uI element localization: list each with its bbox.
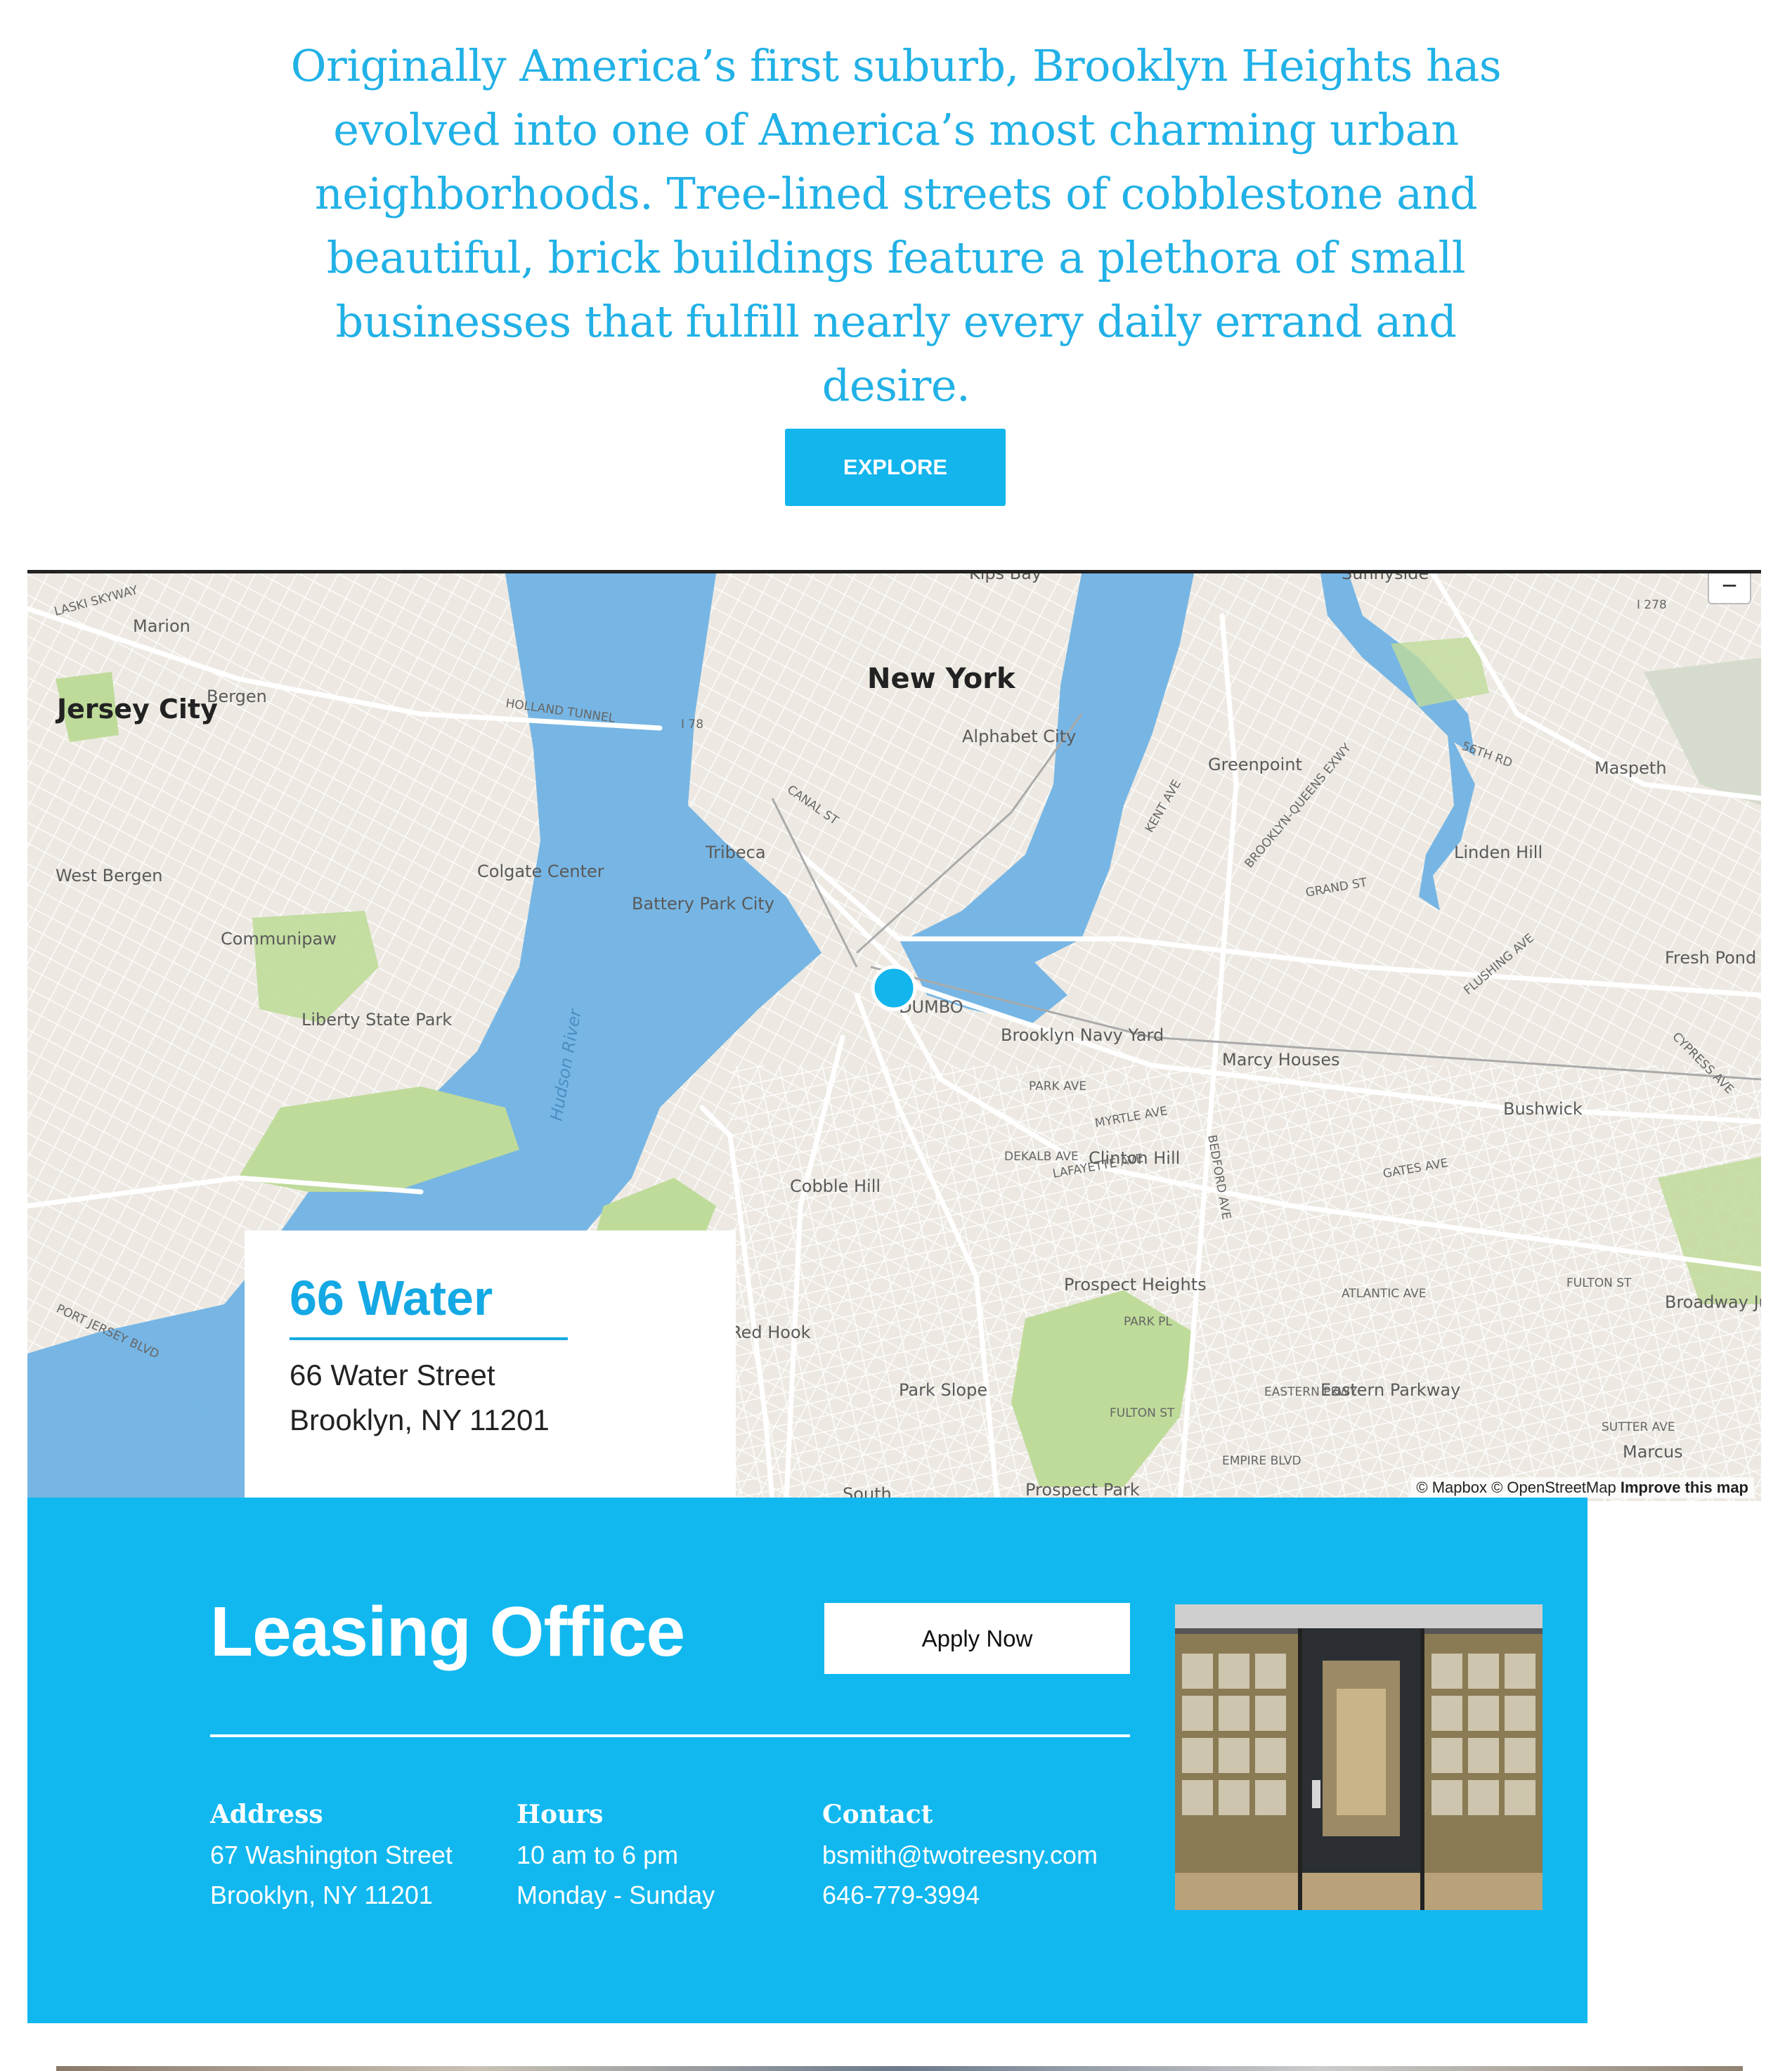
map-label-cobble-hill: Cobble Hill bbox=[790, 1176, 881, 1196]
attribution-text: © Mapbox © OpenStreetMap bbox=[1416, 1479, 1616, 1496]
address-line-1: 67 Washington Street bbox=[210, 1840, 453, 1869]
leasing-hours: Hours 10 am to 6 pm Monday - Sunday bbox=[517, 1800, 715, 1915]
zoom-out-button[interactable]: − bbox=[1708, 573, 1751, 604]
map-label-new-york: New York bbox=[867, 663, 1016, 695]
apply-now-button[interactable]: Apply Now bbox=[824, 1603, 1130, 1674]
location-marker[interactable] bbox=[871, 965, 917, 1011]
road-i278: I 278 bbox=[1637, 598, 1667, 612]
map-label-marion: Marion bbox=[133, 616, 190, 636]
map-label-greenpoint: Greenpoint bbox=[1208, 755, 1302, 774]
leasing-office-photo bbox=[1175, 1604, 1543, 1910]
leasing-address: Address 67 Washington Street Brooklyn, N… bbox=[210, 1800, 453, 1915]
map-label-communipaw: Communipaw bbox=[221, 929, 337, 949]
map-label-tribeca: Tribeca bbox=[705, 843, 766, 862]
title-underline bbox=[290, 1337, 568, 1340]
road-i78: I 78 bbox=[681, 718, 703, 732]
road-sutter-ave: SUTTER AVE bbox=[1602, 1420, 1675, 1434]
map-label-marcy-houses: Marcy Houses bbox=[1222, 1050, 1340, 1070]
road-fulton-st: FULTON ST bbox=[1566, 1276, 1632, 1290]
leasing-office-title: Leasing Office bbox=[210, 1592, 685, 1671]
map-label-maspeth: Maspeth bbox=[1595, 758, 1667, 778]
map-label-liberty-state-park: Liberty State Park bbox=[301, 1010, 452, 1030]
map-label-park-slope: Park Slope bbox=[899, 1380, 987, 1400]
property-street: 66 Water Street bbox=[290, 1358, 495, 1391]
contact-heading: Contact bbox=[822, 1800, 933, 1829]
map-label-linden-hill: Linden Hill bbox=[1454, 843, 1543, 862]
hours-days: Monday - Sunday bbox=[517, 1881, 715, 1909]
address-line-2: Brooklyn, NY 11201 bbox=[210, 1881, 433, 1909]
map-label-fresh-pond: Fresh Pond bbox=[1665, 948, 1756, 968]
address-heading: Address bbox=[210, 1800, 323, 1829]
improve-map-link[interactable]: Improve this map bbox=[1621, 1479, 1748, 1496]
property-title: 66 Water bbox=[290, 1271, 493, 1325]
leasing-divider bbox=[210, 1734, 1130, 1737]
hours-time: 10 am to 6 pm bbox=[517, 1840, 679, 1869]
intro-paragraph: Originally America’s first suburb, Brook… bbox=[290, 40, 1502, 411]
map-label-prospect-park: Prospect Park bbox=[1025, 1480, 1140, 1500]
road-dekalb-ave: DEKALB AVE bbox=[1004, 1150, 1079, 1164]
next-section-strip bbox=[56, 2066, 1743, 2071]
contact-phone-link[interactable]: 646-779-3994 bbox=[822, 1875, 1098, 1915]
map-label-colgate-center: Colgate Center bbox=[477, 862, 604, 881]
map-label-broadway-junction: Broadway Junction bbox=[1665, 1292, 1761, 1312]
explore-button[interactable]: EXPLORE bbox=[785, 429, 1006, 506]
map-label-battery-park-city: Battery Park City bbox=[632, 894, 774, 914]
leasing-office-section: Leasing Office Apply Now Address 67 Wash… bbox=[27, 1498, 1588, 2023]
leasing-contact: Contact bsmith@twotreesny.com 646-779-39… bbox=[822, 1800, 1098, 1915]
map-label-west-bergen: West Bergen bbox=[56, 866, 163, 885]
map-attribution: © Mapbox © OpenStreetMap Improve this ma… bbox=[1410, 1477, 1754, 1498]
map-label-sunnyside: Sunnyside bbox=[1342, 573, 1429, 583]
property-address-card: 66 Water 66 Water Street Brooklyn, NY 11… bbox=[245, 1231, 736, 1498]
map-label-bergen: Bergen bbox=[207, 687, 267, 706]
map-label-alphabet-city: Alphabet City bbox=[962, 727, 1076, 746]
map-label-kips-bay: Kips Bay bbox=[969, 573, 1041, 583]
map-label-brooklyn-navy-yard: Brooklyn Navy Yard bbox=[1001, 1025, 1164, 1045]
road-atlantic-ave: ATLANTIC AVE bbox=[1342, 1287, 1427, 1301]
road-eastern-pkwy: EASTERN PKWY bbox=[1264, 1385, 1358, 1399]
road-empire-blvd: EMPIRE BLVD bbox=[1222, 1454, 1301, 1468]
map-label-prospect-heights: Prospect Heights bbox=[1064, 1275, 1207, 1294]
road-park-ave: PARK AVE bbox=[1029, 1079, 1086, 1093]
road-fulton-st-2: FULTON ST bbox=[1110, 1406, 1175, 1420]
map-label-jersey-city: Jersey City bbox=[55, 694, 218, 725]
map-label-bushwick: Bushwick bbox=[1503, 1099, 1583, 1119]
road-park-pl: PARK PL bbox=[1124, 1315, 1172, 1329]
property-city: Brooklyn, NY 11201 bbox=[290, 1403, 550, 1436]
map-label-marcus: Marcus bbox=[1623, 1442, 1683, 1462]
contact-email-link[interactable]: bsmith@twotreesny.com bbox=[822, 1835, 1098, 1875]
hours-heading: Hours bbox=[517, 1800, 604, 1829]
map-label-red-hook: Red Hook bbox=[730, 1323, 811, 1342]
